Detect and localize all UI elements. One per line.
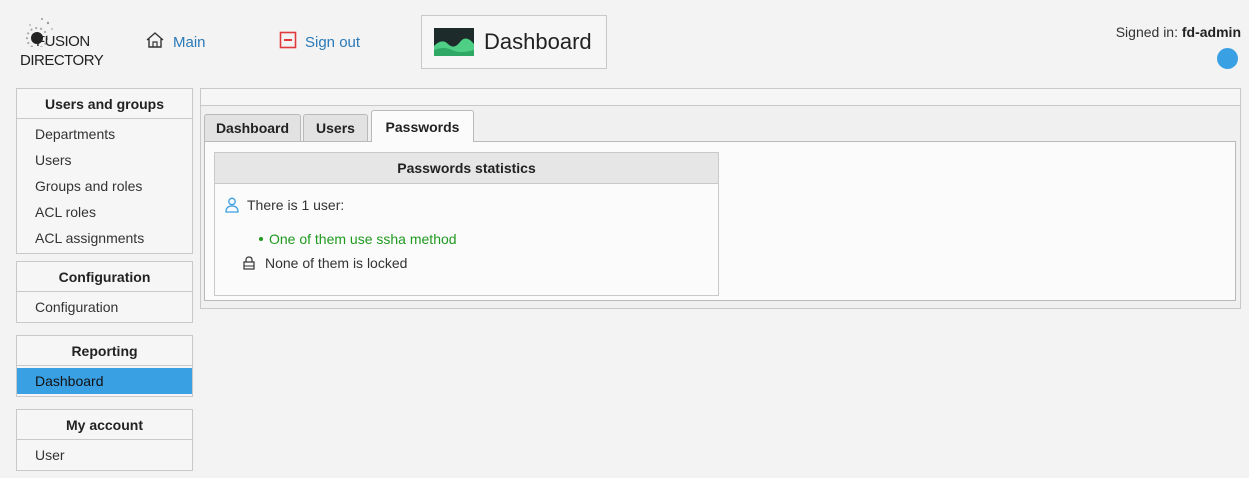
- tab-passwords[interactable]: Passwords: [371, 110, 474, 142]
- plugin-title-box: Dashboard: [421, 15, 607, 69]
- sidebar-section-title: Configuration: [17, 262, 192, 292]
- sidebar-section-my-account: My account User: [16, 409, 193, 471]
- locked-line: None of them is locked: [243, 255, 407, 271]
- signout-link-label: Sign out: [305, 33, 361, 51]
- sidebar-item-users[interactable]: Users: [17, 147, 192, 173]
- sidebar-item-acl-assignments[interactable]: ACL assignments: [17, 225, 192, 251]
- passwords-statistics-box: Passwords statistics There is 1 user: On…: [214, 152, 719, 296]
- user-avatar-icon[interactable]: [1217, 48, 1238, 69]
- sidebar-section-title: My account: [17, 410, 192, 440]
- sidebar-section-title: Reporting: [17, 336, 192, 366]
- user-icon: [225, 197, 239, 213]
- tab-content: Passwords statistics There is 1 user: On…: [204, 141, 1236, 301]
- sidebar-item-acl-roles[interactable]: ACL roles: [17, 199, 192, 225]
- lock-icon: [243, 256, 255, 270]
- locked-text: None of them is locked: [265, 255, 408, 271]
- sidebar-item-user[interactable]: User: [17, 442, 192, 468]
- signed-in-info: Signed in: fd-admin: [1116, 24, 1241, 40]
- sidebar-section-title: Users and groups: [17, 89, 192, 119]
- plugin-title: Dashboard: [484, 29, 592, 54]
- header: FUSION DIRECTORY Main Sign out Dashboard…: [0, 0, 1249, 80]
- sidebar-item-configuration[interactable]: Configuration: [17, 294, 192, 320]
- user-count-line: There is 1 user:: [225, 197, 344, 213]
- signout-link[interactable]: Sign out: [279, 31, 361, 53]
- home-icon: [145, 31, 165, 53]
- passwords-statistics-title: Passwords statistics: [215, 153, 718, 184]
- dashboard-chart-icon: [434, 28, 474, 56]
- sidebar-section-users-and-groups: Users and groups Departments Users Group…: [16, 88, 193, 254]
- tab-dashboard[interactable]: Dashboard: [204, 114, 301, 141]
- sidebar-item-departments[interactable]: Departments: [17, 121, 192, 147]
- logo-text-line2: DIRECTORY: [20, 52, 104, 69]
- fusiondirectory-logo[interactable]: FUSION DIRECTORY: [20, 13, 130, 73]
- panel-top-bar: [200, 88, 1241, 106]
- signout-icon: [279, 31, 297, 53]
- sidebar-section-reporting: Reporting Dashboard: [16, 335, 193, 397]
- main-link[interactable]: Main: [145, 32, 206, 52]
- sidebar-item-dashboard[interactable]: Dashboard: [17, 368, 192, 394]
- sidebar-item-groups-and-roles[interactable]: Groups and roles: [17, 173, 192, 199]
- main-link-label: Main: [173, 33, 206, 51]
- ssha-method-text: One of them use ssha method: [269, 231, 457, 247]
- bullet-icon: [259, 237, 263, 241]
- tab-users[interactable]: Users: [303, 114, 368, 141]
- signed-in-user[interactable]: fd-admin: [1182, 24, 1241, 40]
- user-count-text: There is 1 user:: [247, 197, 345, 213]
- logo-text-line1: FUSION: [36, 33, 90, 50]
- ssha-method-line: One of them use ssha method: [259, 231, 457, 247]
- tabs-area: Dashboard Users Passwords Passwords stat…: [200, 106, 1241, 309]
- sidebar-section-configuration: Configuration Configuration: [16, 261, 193, 323]
- signed-in-label: Signed in:: [1115, 24, 1178, 40]
